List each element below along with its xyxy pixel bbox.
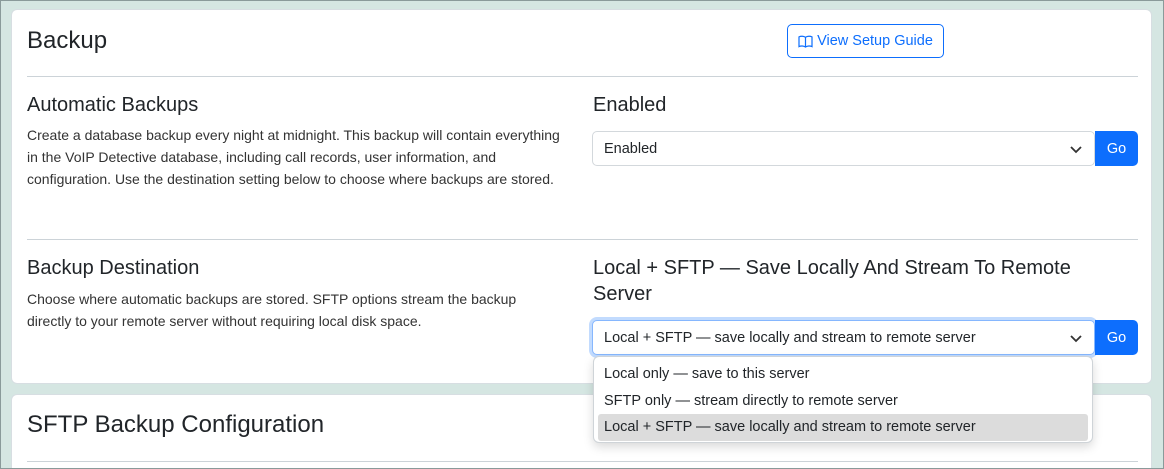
divider [27, 76, 1138, 77]
chevron-down-icon [1070, 335, 1082, 343]
sftp-title: SFTP Backup Configuration [27, 411, 325, 438]
backup-destination-select[interactable]: Local + SFTP — save locally and stream t… [592, 320, 1095, 355]
divider [27, 239, 1138, 240]
page-title: Backup [27, 27, 108, 54]
automatic-backups-title: Automatic Backups [27, 94, 199, 116]
dropdown-option[interactable]: Local only — save to this server [598, 361, 1088, 388]
backup-destination-title: Backup Destination [27, 257, 200, 279]
backup-destination-go-button[interactable]: Go [1095, 320, 1138, 355]
book-icon [798, 35, 813, 48]
automatic-backups-description: Create a database backup every night at … [27, 127, 560, 187]
backup-destination-dropdown: Local only — save to this server SFTP on… [593, 356, 1093, 443]
view-setup-guide-button[interactable]: View Setup Guide [787, 24, 944, 58]
chevron-down-icon [1070, 146, 1082, 154]
automatic-backups-go-button[interactable]: Go [1095, 131, 1138, 166]
backup-destination-current-value: Local + SFTP — Save Locally And Stream T… [593, 257, 1071, 305]
view-setup-guide-label: View Setup Guide [817, 33, 933, 49]
automatic-backups-current-value: Enabled [593, 94, 667, 116]
automatic-backups-select-value: Enabled [604, 140, 658, 157]
automatic-backups-select[interactable]: Enabled [592, 131, 1095, 166]
backup-destination-description: Choose where automatic backups are store… [27, 291, 517, 329]
divider [27, 461, 1138, 462]
backup-card: Backup View Setup Guide Automatic Backup… [11, 9, 1152, 384]
dropdown-option[interactable]: SFTP only — stream directly to remote se… [598, 388, 1088, 415]
dropdown-option-selected[interactable]: Local + SFTP — save locally and stream t… [598, 414, 1088, 441]
backup-destination-select-value: Local + SFTP — save locally and stream t… [604, 329, 976, 346]
